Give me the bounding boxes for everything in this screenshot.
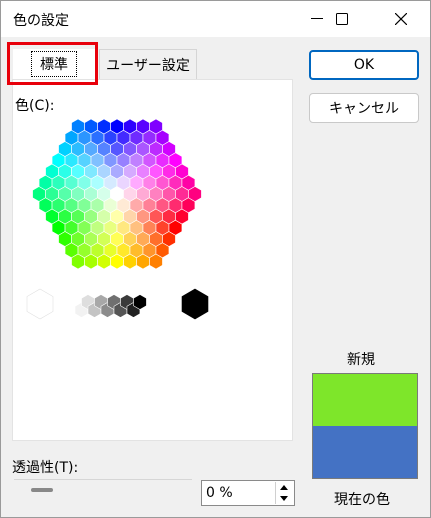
transparency-value[interactable]: 0 % [206,485,233,501]
new-color-label: 新規 [347,352,375,368]
tab-custom-label: ユーザー設定 [106,57,190,74]
close-icon [395,13,407,25]
maximize-button[interactable] [319,1,365,37]
color-honeycomb[interactable] [12,79,293,441]
current-color-label: 現在の色 [334,492,390,508]
arrow-down-icon [280,496,288,501]
ok-button[interactable]: OK [309,50,419,80]
cancel-label: キャンセル [329,101,399,117]
transparency-spinbox[interactable]: 0 % [201,480,295,506]
white-swatch[interactable] [26,288,54,320]
close-button[interactable] [378,1,424,37]
color-dialog: 色の設定 標準 ユーザー設定 色(C): OK キャンセル 新規 現在の色 透過… [0,0,431,518]
cancel-button[interactable]: キャンセル [309,93,419,123]
black-swatch[interactable] [181,288,209,320]
spin-up-button[interactable] [275,482,292,493]
transparency-slider-track[interactable] [14,479,192,480]
arrow-up-icon [280,485,288,490]
transparency-label: 透過性(T): [12,460,79,476]
transparency-slider-thumb[interactable] [31,488,53,492]
maximize-icon [336,13,348,25]
new-color-swatch [313,374,417,426]
spin-down-button[interactable] [275,493,292,504]
tab-custom[interactable]: ユーザー設定 [99,49,197,79]
current-color-swatch [313,426,417,478]
color-preview [312,373,418,479]
window-title: 色の設定 [13,13,69,29]
ok-label: OK [353,57,375,73]
title-bar: 色の設定 [1,1,430,37]
